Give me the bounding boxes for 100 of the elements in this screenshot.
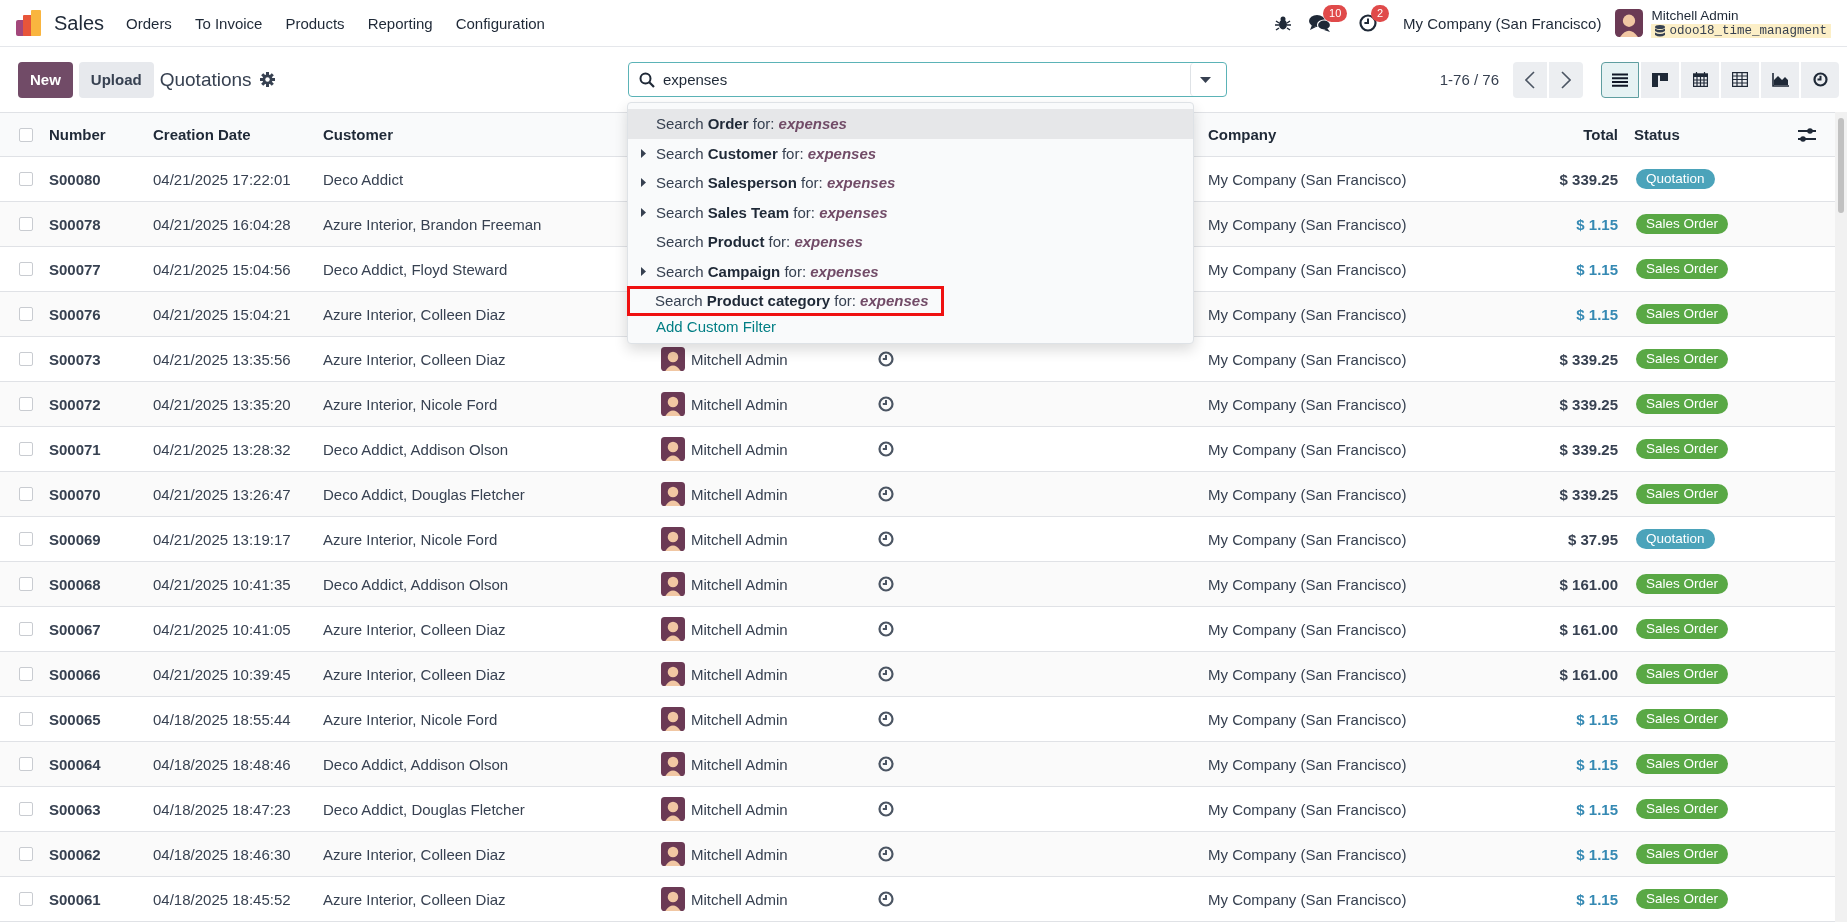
salesperson-name: Mitchell Admin (691, 665, 788, 683)
row-checkbox[interactable] (19, 217, 33, 231)
new-button[interactable]: New (18, 61, 73, 98)
search-option[interactable]: Search Customer for: expenses (628, 138, 1193, 168)
user-avatar (661, 752, 685, 776)
customer-name: Deco Addict, Floyd Steward (323, 260, 508, 278)
user-avatar (661, 572, 685, 596)
activity-clock-icon[interactable] (878, 756, 894, 772)
app-logo-icon[interactable] (16, 10, 42, 36)
search-option[interactable]: Search Sales Team for: expenses (628, 197, 1193, 227)
activity-clock-icon[interactable] (878, 486, 894, 502)
column-header[interactable]: Company (1208, 126, 1277, 143)
user-avatar (661, 527, 685, 551)
view-switch-button[interactable] (1641, 61, 1679, 98)
status-badge: Sales Order (1636, 889, 1729, 909)
column-header[interactable]: Customer (323, 126, 393, 143)
row-checkbox[interactable] (19, 397, 33, 411)
search-option[interactable]: Search Product category for: expenses (627, 286, 945, 316)
activity-clock-icon[interactable] (878, 711, 894, 727)
search-option[interactable]: Search Campaign for: expenses (628, 256, 1193, 286)
search-option[interactable]: Search Salesperson for: expenses (628, 168, 1193, 198)
row-checkbox[interactable] (19, 712, 33, 726)
view-switch-button[interactable] (1721, 61, 1759, 98)
row-checkbox[interactable] (19, 172, 33, 186)
row-checkbox[interactable] (19, 577, 33, 591)
search-field[interactable]: expenses (628, 62, 1227, 97)
customer-name: Azure Interior, Colleen Diaz (323, 305, 506, 323)
user-avatar (661, 887, 685, 911)
status-badge: Quotation (1636, 169, 1715, 189)
user-name[interactable]: Mitchell Admin (1651, 8, 1831, 23)
row-checkbox[interactable] (19, 442, 33, 456)
creation-date: 04/21/2025 10:41:05 (153, 620, 291, 638)
activity-clock-icon[interactable] (878, 846, 894, 862)
row-checkbox[interactable] (19, 802, 33, 816)
row-checkbox[interactable] (19, 262, 33, 276)
clock-icon[interactable] (1359, 14, 1378, 32)
company-name: My Company (San Francisco) (1208, 710, 1407, 728)
pager-value[interactable]: 1-76 / 76 (1439, 71, 1499, 88)
bug-icon[interactable] (1275, 15, 1292, 31)
search-option[interactable]: Search Order for: expenses (628, 109, 1193, 139)
activity-clock-icon[interactable] (878, 351, 894, 367)
salesperson-name: Mitchell Admin (691, 755, 788, 773)
row-checkbox[interactable] (19, 307, 33, 321)
clock-view-icon[interactable] (1812, 72, 1828, 87)
settings-icon[interactable] (259, 72, 275, 87)
list-view-icon (1612, 72, 1628, 87)
caret-right-icon (641, 178, 646, 188)
total-amount: $ 339.25 (1559, 395, 1618, 413)
row-checkbox[interactable] (19, 487, 33, 501)
row-checkbox[interactable] (19, 622, 33, 636)
menu-item[interactable]: Configuration (455, 14, 545, 32)
menu-item[interactable]: Reporting (367, 14, 433, 32)
scrollbar[interactable] (1835, 112, 1847, 922)
view-switch-button[interactable] (1681, 61, 1719, 98)
sliders-icon[interactable] (1798, 127, 1816, 142)
activity-clock-icon[interactable] (878, 666, 894, 682)
search-option[interactable]: Search Product for: expenses (628, 227, 1193, 257)
row-checkbox[interactable] (19, 892, 33, 906)
activity-clock-icon[interactable] (878, 891, 894, 907)
column-header[interactable]: Total (1583, 126, 1618, 143)
column-header[interactable]: Creation Date (153, 126, 251, 143)
creation-date: 04/18/2025 18:46:30 (153, 845, 291, 863)
activity-clock-icon[interactable] (878, 801, 894, 817)
menu-item[interactable]: To Invoice (194, 14, 263, 32)
customer-name: Azure Interior, Brandon Freeman (323, 215, 542, 233)
view-switch-button[interactable] (1601, 61, 1639, 98)
salesperson-name: Mitchell Admin (691, 350, 788, 368)
row-checkbox[interactable] (19, 667, 33, 681)
row-checkbox[interactable] (19, 127, 33, 142)
creation-date: 04/18/2025 18:47:23 (153, 800, 291, 818)
page-title: Quotations (159, 68, 252, 91)
app-name[interactable]: Sales (54, 11, 105, 35)
activity-clock-icon[interactable] (878, 621, 894, 637)
row-checkbox[interactable] (19, 352, 33, 366)
company-switcher[interactable]: My Company (San Francisco) (1403, 14, 1602, 32)
activity-clock-icon[interactable] (878, 396, 894, 412)
customer-name: Deco Addict, Addison Olson (323, 440, 509, 458)
search-input[interactable]: expenses (663, 64, 1190, 95)
row-checkbox[interactable] (19, 532, 33, 546)
area-chart-icon (1771, 72, 1789, 87)
add-filter-link[interactable]: Add Custom Filter (628, 315, 777, 335)
view-switch-button[interactable] (1761, 61, 1799, 98)
activity-clock-icon[interactable] (878, 441, 894, 457)
row-checkbox[interactable] (19, 847, 33, 861)
order-number: S00077 (49, 260, 101, 278)
previous-button[interactable] (1513, 61, 1547, 98)
activity-clock-icon[interactable] (878, 576, 894, 592)
view-switch-button[interactable] (1801, 61, 1839, 98)
calendar-view-icon (1692, 72, 1708, 87)
column-header[interactable]: Status (1634, 126, 1680, 143)
upload-button[interactable]: Upload (78, 61, 154, 98)
menu-item[interactable]: Products (285, 14, 345, 32)
company-name: My Company (San Francisco) (1208, 170, 1407, 188)
row-checkbox[interactable] (19, 757, 33, 771)
status-badge: Sales Order (1636, 619, 1729, 639)
total-amount: $ 1.15 (1576, 215, 1618, 233)
menu-item[interactable]: Orders (126, 14, 172, 32)
column-header[interactable]: Number (49, 126, 106, 143)
activity-clock-icon[interactable] (878, 531, 894, 547)
next-button[interactable] (1549, 61, 1583, 98)
